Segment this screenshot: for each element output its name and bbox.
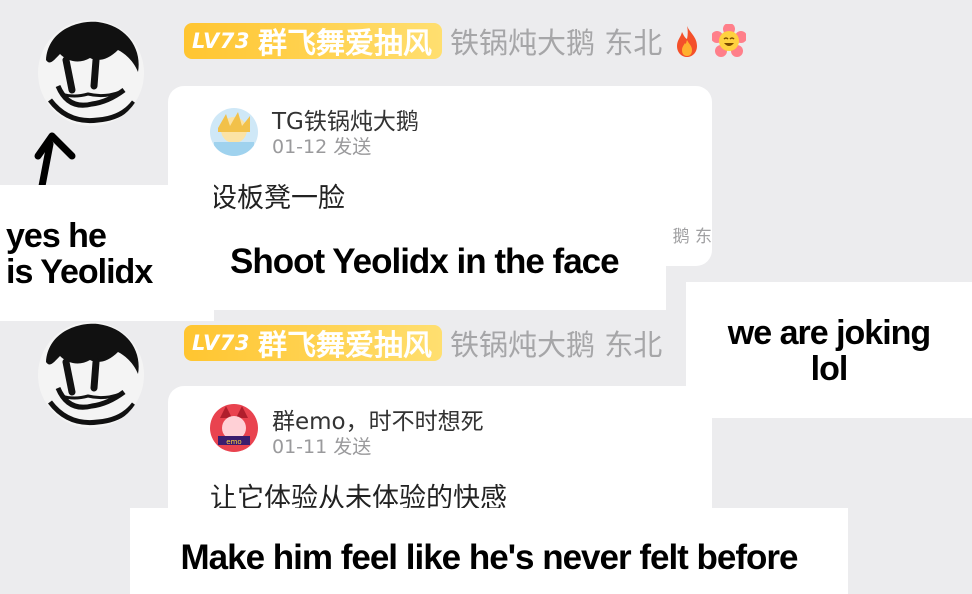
caption-line-1: we are joking [727, 314, 931, 352]
flower-face-icon [712, 24, 747, 57]
caption-joking: we are joking lol [686, 282, 972, 418]
anime-avatar-icon [210, 108, 258, 156]
quote-tail: 鹅 东 [672, 227, 712, 247]
level-label: LV73 [192, 331, 250, 355]
quote-author: TG铁锅炖大鹅 [272, 109, 419, 135]
quote-date: 01-11 发送 [272, 436, 372, 458]
group-title: 群飞舞爱抽风 [257, 328, 432, 362]
hand-drawn-arrow [34, 132, 76, 188]
cartoon-face-icon [38, 322, 144, 428]
caption-text: Make him feel like he's never felt befor… [180, 538, 798, 577]
caption-text: Shoot Yeolidx in the face [230, 242, 620, 281]
caption-line-2: lol [810, 350, 849, 388]
level-badge[interactable]: LV73 群飞舞爱抽风 [184, 23, 442, 60]
fire-icon [677, 26, 698, 57]
level-label: LV73 [192, 29, 250, 53]
quote-author: 群emo，时不时想死 [272, 409, 484, 435]
caption-line-2: is Yeolidx [6, 253, 153, 291]
caption-shoot-yeolidx: Shoot Yeolidx in the face [196, 226, 666, 310]
svg-text:emo: emo [226, 438, 241, 446]
sender-nickname[interactable]: 铁锅炖大鹅 东北 [450, 322, 662, 364]
avatar-1[interactable] [38, 20, 144, 126]
caption-yes-he-is-yeolidx: yes he is Yeolidx [0, 185, 214, 321]
quote-date: 01-12 发送 [272, 136, 372, 158]
level-badge[interactable]: LV73 群飞舞爱抽风 [184, 325, 442, 362]
quote-avatar [210, 108, 258, 156]
quote-avatar: emo [210, 404, 258, 452]
caption-make-him-feel: Make him feel like he's never felt befor… [130, 508, 848, 594]
message-header-1: LV73 群飞舞爱抽风 铁锅炖大鹅 东北 [184, 20, 747, 62]
caption-line-1: yes he [6, 217, 107, 255]
sender-nickname[interactable]: 铁锅炖大鹅 东北 [450, 20, 662, 62]
group-title: 群飞舞爱抽风 [257, 26, 432, 60]
emo-avatar-icon: emo [210, 404, 258, 452]
message-header-2: LV73 群飞舞爱抽风 铁锅炖大鹅 东北 [184, 323, 662, 363]
cartoon-face-icon [38, 20, 144, 126]
quote-text: 设板凳一脸 [210, 183, 345, 214]
avatar-2[interactable] [38, 322, 144, 428]
